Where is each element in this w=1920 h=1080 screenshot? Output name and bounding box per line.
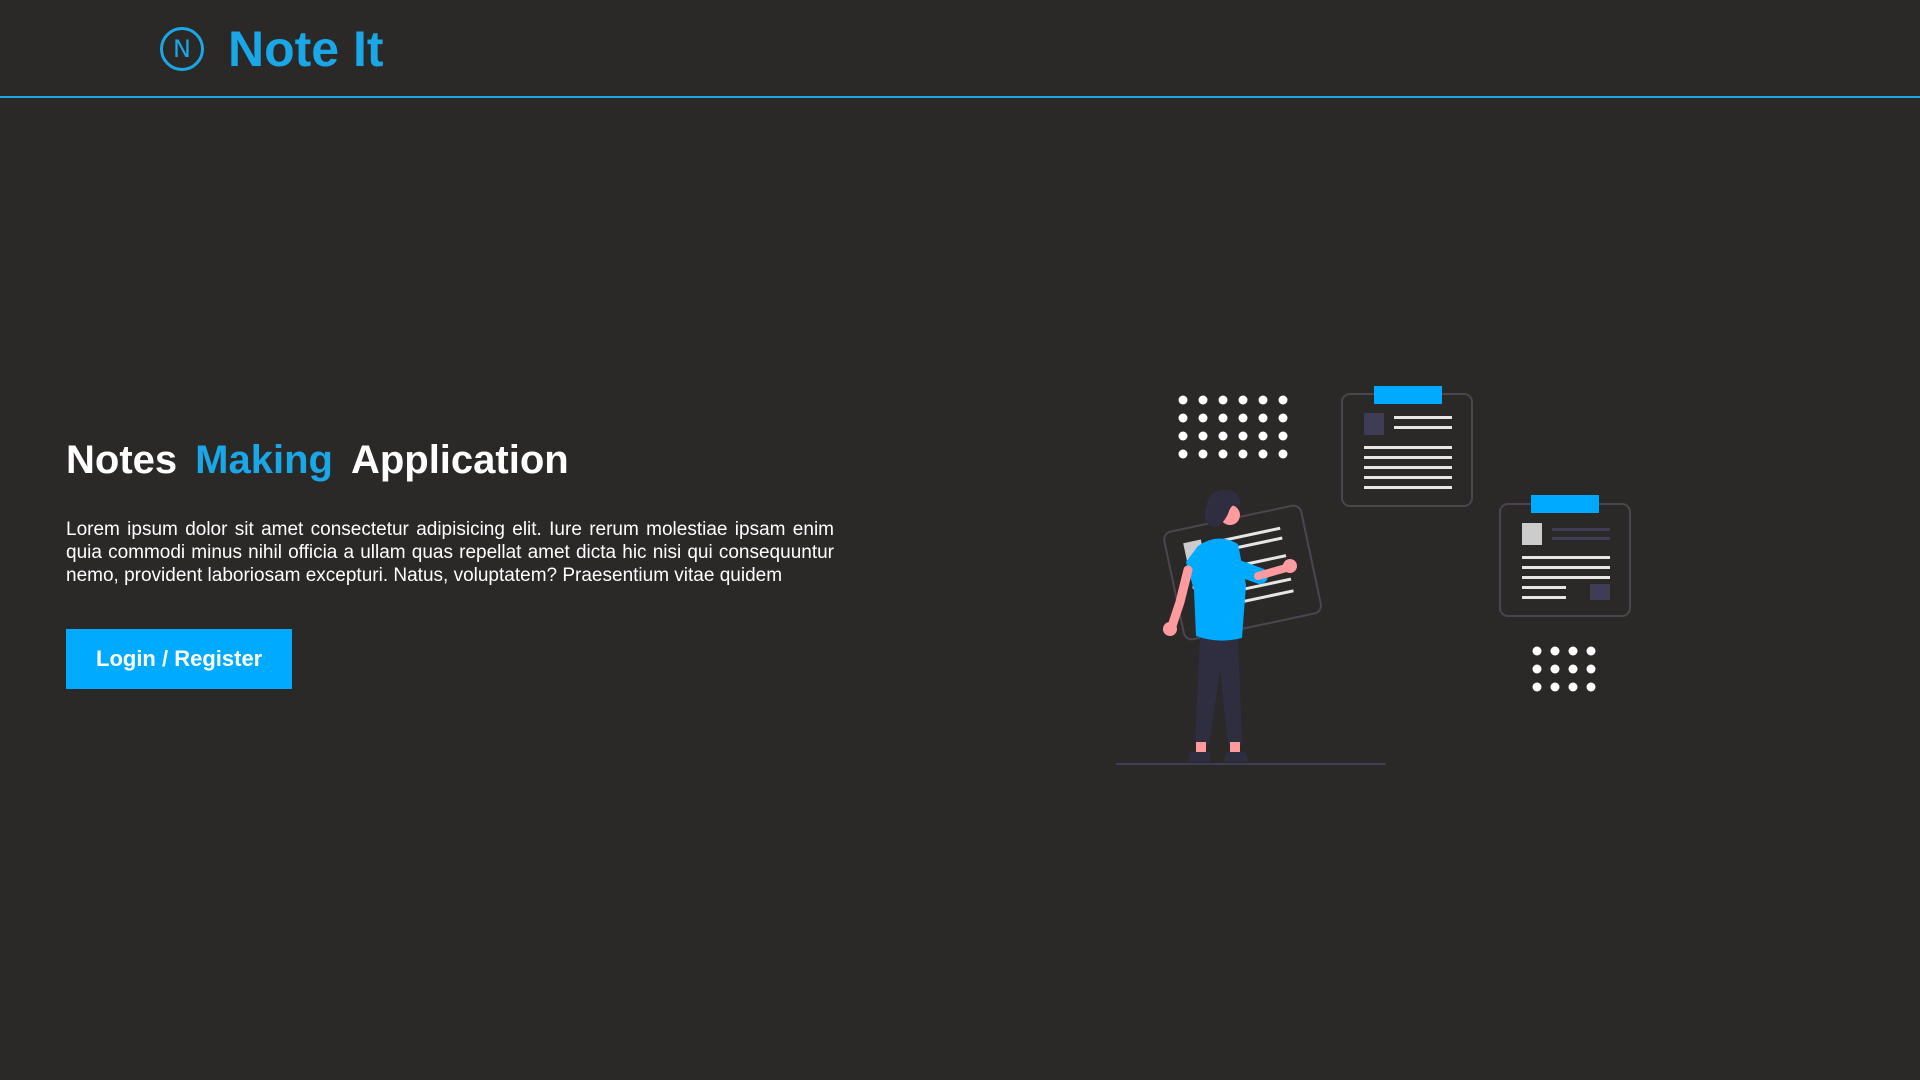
brand[interactable]: N Note It (160, 21, 384, 77)
hero-title-word-1: Notes (66, 438, 178, 482)
dot-grid-top (1178, 395, 1288, 459)
hero-section: Notes Making Application Lorem ipsum dolor… (66, 432, 834, 689)
hero-title-word-2: Making (195, 438, 333, 482)
top-header: N Note It (0, 0, 1920, 98)
note-card-top (1341, 386, 1473, 507)
brand-logo-icon: N (160, 27, 204, 71)
note-card-right (1499, 495, 1631, 617)
person-with-notes-illustration (1110, 380, 1640, 770)
hero-title-word-3: Application (350, 438, 569, 482)
dot-grid-bottom (1532, 646, 1596, 692)
brand-name: Note It (228, 21, 384, 77)
hero-title: Notes Making Application (66, 432, 834, 488)
hero-description: Lorem ipsum dolor sit amet consectetur a… (66, 519, 834, 586)
login-register-button[interactable]: Login / Register (66, 629, 293, 689)
